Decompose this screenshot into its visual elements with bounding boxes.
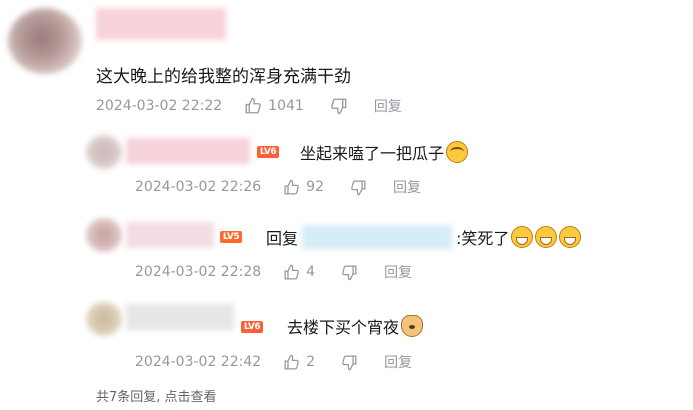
dislike-button[interactable] [341,354,358,371]
reply-text: 坐起来嗑了一把瓜子 [300,140,469,164]
like-count: 92 [306,179,324,195]
level-badge: LV5 [220,231,242,243]
commenter-name[interactable] [96,8,226,40]
reply-button[interactable]: 回复 [384,352,412,372]
level-badge: LV6 [241,321,263,333]
dislike-button[interactable] [330,97,348,115]
thumbs-up-icon [284,354,300,370]
reply-button[interactable]: 回复 [374,96,402,116]
reply-time: 2024-03-02 22:42 [135,354,262,370]
reply-avatar[interactable] [86,135,122,169]
reply-username[interactable] [126,304,234,330]
comment-text: 这大晚上的给我整的浑身充满干劲 [96,67,351,87]
view-more-replies-link[interactable]: 共7条回复, 点击查看 [96,386,217,405]
thumbs-up-icon [245,97,261,114]
like-button[interactable]: 2 [283,354,315,371]
reply-text: 回复 :笑死了 [266,225,582,249]
level-badge: LV6 [257,146,279,158]
reply-time: 2024-03-02 22:28 [135,264,262,280]
like-count: 4 [306,264,316,280]
thumbs-up-icon [284,179,300,195]
reply-username[interactable] [126,138,250,164]
comment-time: 2024-03-02 22:22 [96,98,223,114]
reply-text-content: 坐起来嗑了一把瓜子 [300,144,445,163]
like-count: 1041 [268,98,304,114]
mentioned-username[interactable] [302,225,453,249]
comment-meta: 2024-03-02 22:22 1041 回复 [96,96,402,116]
reply-username[interactable] [126,222,214,248]
thumbs-down-icon [331,98,347,115]
reply-text: 去楼下买个宵夜 [287,314,424,338]
reply-meta: 2024-03-02 22:28 4 回复 [135,262,412,282]
reply-button[interactable]: 回复 [393,177,421,197]
reply-avatar[interactable] [86,218,122,252]
commenter-avatar[interactable] [8,8,82,74]
grin-emoji [559,226,582,248]
cry-laugh-emoji [446,141,469,163]
reply-time: 2024-03-02 22:26 [135,179,262,195]
like-button[interactable]: 4 [283,264,315,281]
like-count: 2 [306,354,316,370]
reply-meta: 2024-03-02 22:26 92 回复 [135,177,421,197]
reply-text-content: :笑死了 [456,229,510,248]
reply-prefix: 回复 [266,229,299,248]
dislike-button[interactable] [341,264,358,281]
dislike-button[interactable] [350,179,367,196]
grin-emoji [511,226,534,248]
reply-meta: 2024-03-02 22:42 2 回复 [135,352,412,372]
thumbs-down-icon [342,264,357,280]
reply-button[interactable]: 回复 [384,262,412,282]
like-button[interactable]: 1041 [244,97,304,115]
reply-avatar[interactable] [86,302,122,336]
like-button[interactable]: 92 [283,179,324,196]
dog-emoji [401,315,424,337]
reply-text-content: 去楼下买个宵夜 [287,318,400,337]
grin-emoji [535,226,558,248]
thumbs-down-icon [351,179,366,195]
thumbs-down-icon [342,354,357,370]
thumbs-up-icon [284,264,300,280]
